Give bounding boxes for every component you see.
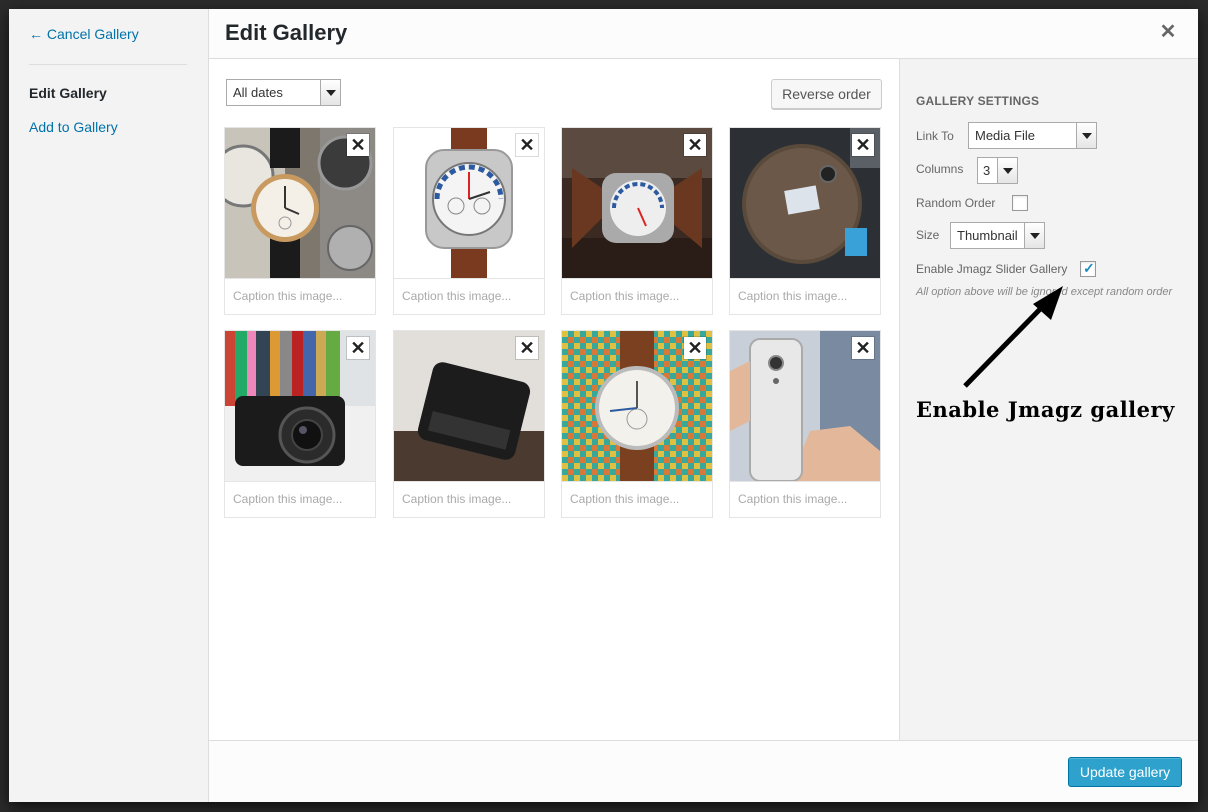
gallery-attachment[interactable]: ✕ Caption this image... (224, 127, 376, 315)
caption-input[interactable]: Caption this image... (225, 278, 375, 314)
gallery-attachment[interactable]: ✕ Caption this image... (729, 330, 881, 518)
caption-input[interactable]: Caption this image... (394, 481, 544, 517)
remove-icon[interactable]: ✕ (684, 337, 706, 359)
date-filter-select[interactable]: All dates (226, 79, 341, 106)
gallery-attachment[interactable]: ✕ Caption this image... (393, 127, 545, 315)
gallery-attachment[interactable]: ✕ Caption this image... (561, 330, 713, 518)
update-gallery-button[interactable]: Update gallery (1068, 757, 1182, 787)
gallery-content: All dates Reverse order ✕ Caption this i… (209, 59, 899, 740)
caption-input[interactable]: Caption this image... (225, 481, 375, 517)
modal-title-bar: Edit Gallery ✕ (209, 9, 1198, 59)
caption-input[interactable]: Caption this image... (394, 278, 544, 314)
modal-footer: Update gallery (209, 740, 1198, 802)
remove-icon[interactable]: ✕ (347, 134, 369, 156)
page-title: Edit Gallery (225, 20, 348, 45)
link-to-label: Link To (916, 129, 954, 143)
size-label: Size (916, 228, 940, 242)
gallery-attachment[interactable]: ✕ Caption this image... (561, 127, 713, 315)
remove-icon[interactable]: ✕ (516, 134, 538, 156)
link-to-select[interactable]: Media File (968, 122, 1097, 149)
date-filter-value: All dates (233, 85, 283, 100)
caption-input[interactable]: Caption this image... (562, 278, 712, 314)
random-order-checkbox[interactable] (1012, 195, 1028, 211)
random-order-label: Random Order (916, 196, 996, 210)
chevron-down-icon (997, 158, 1017, 183)
jmagz-checkbox[interactable] (1080, 260, 1096, 277)
settings-heading: Gallery Settings (916, 94, 1040, 108)
menu-item-edit-gallery[interactable]: Edit Gallery (29, 85, 107, 101)
chevron-down-icon (1076, 123, 1096, 148)
caption-input[interactable]: Caption this image... (730, 278, 880, 314)
chevron-down-icon (320, 80, 340, 105)
gallery-attachment[interactable]: ✕ Caption this image... (729, 127, 881, 315)
caption-input[interactable]: Caption this image... (562, 481, 712, 517)
gallery-settings-sidebar: Gallery Settings Link To Media File Colu… (899, 59, 1198, 740)
remove-icon[interactable]: ✕ (347, 337, 369, 359)
remove-icon[interactable]: ✕ (684, 134, 706, 156)
gallery-attachment[interactable]: ✕ Caption this image... (224, 330, 376, 518)
menu-item-add-to-gallery[interactable]: Add to Gallery (29, 119, 118, 135)
link-to-value: Media File (975, 128, 1035, 143)
remove-icon[interactable]: ✕ (852, 134, 874, 156)
columns-value: 3 (983, 163, 991, 178)
caption-input[interactable]: Caption this image... (730, 481, 880, 517)
annotation-text: Enable Jmagz gallery (916, 397, 1175, 422)
cancel-gallery-link[interactable]: ← Cancel Gallery (29, 26, 139, 42)
size-select[interactable]: Thumbnail (950, 222, 1045, 249)
gallery-attachment[interactable]: ✕ Caption this image... (393, 330, 545, 518)
remove-icon[interactable]: ✕ (516, 337, 538, 359)
size-value: Thumbnail (957, 228, 1018, 243)
media-menu: ← Cancel Gallery Edit Gallery Add to Gal… (9, 9, 209, 802)
remove-icon[interactable]: ✕ (852, 337, 874, 359)
close-icon[interactable]: ✕ (1158, 22, 1178, 42)
reverse-order-button[interactable]: Reverse order (771, 79, 882, 109)
columns-label: Columns (916, 162, 964, 176)
menu-separator (29, 64, 187, 65)
columns-select[interactable]: 3 (977, 157, 1018, 184)
media-modal: ← Cancel Gallery Edit Gallery Add to Gal… (9, 9, 1198, 802)
annotation-arrow-icon (963, 286, 1063, 388)
chevron-down-icon (1024, 223, 1044, 248)
